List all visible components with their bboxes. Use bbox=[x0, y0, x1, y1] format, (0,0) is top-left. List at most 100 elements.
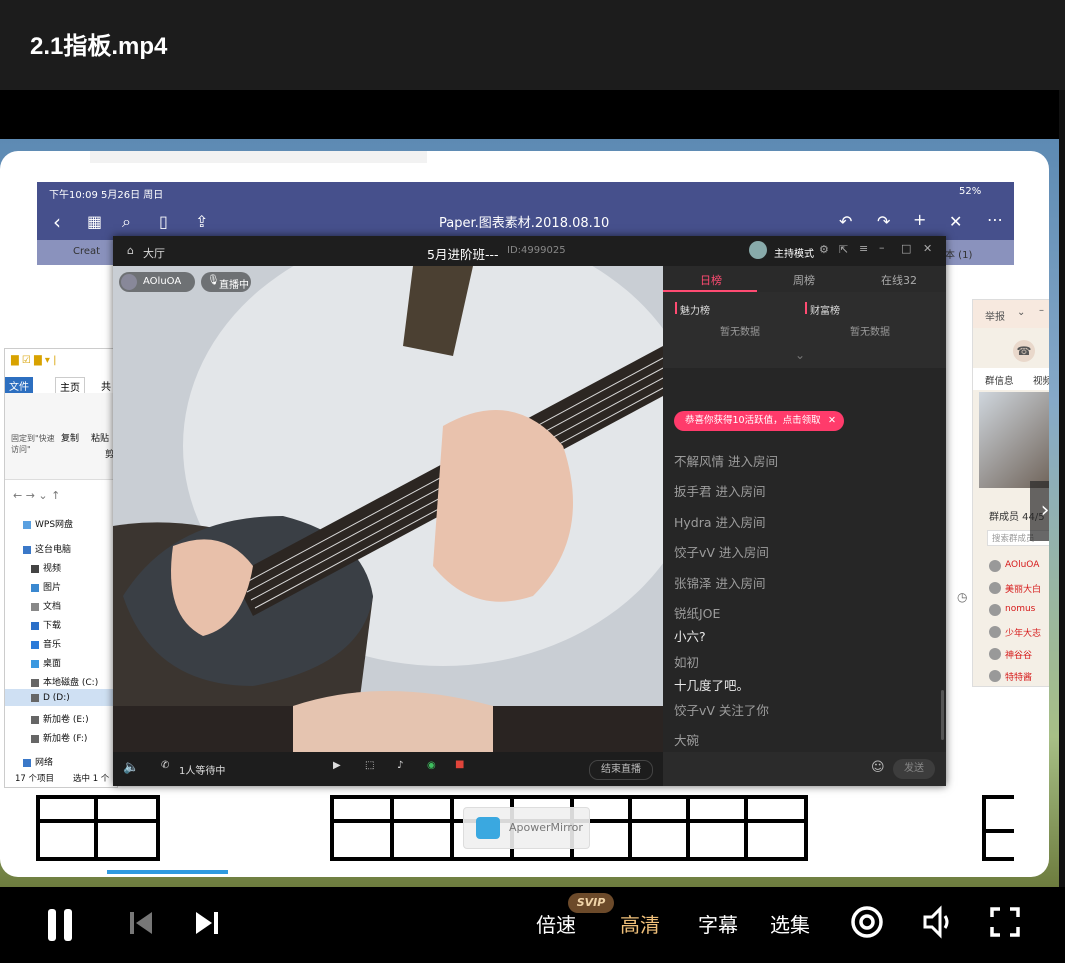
more-icon[interactable]: ⋯ bbox=[987, 210, 1003, 229]
page-scrollbar[interactable] bbox=[1059, 90, 1065, 887]
report-link[interactable]: 举报 bbox=[985, 308, 1005, 323]
nav-item-wps[interactable]: WPS网盘 bbox=[23, 517, 73, 530]
clock-icon[interactable]: ◷ bbox=[957, 590, 967, 604]
ipad-tab-right[interactable]: 本 (1) bbox=[945, 246, 972, 261]
progress-bar[interactable] bbox=[107, 870, 952, 874]
episodes-button[interactable]: 选集 bbox=[770, 909, 810, 938]
volume-icon[interactable]: 🔈 bbox=[123, 760, 139, 775]
screen-share-icon[interactable]: ⬚ bbox=[365, 760, 374, 771]
host-badge: AOluOA bbox=[119, 272, 195, 292]
menu-icon[interactable]: ≡ bbox=[859, 242, 868, 255]
nav-item-desktop[interactable]: 桌面 bbox=[31, 656, 61, 669]
member-name[interactable]: 美丽大白 bbox=[1005, 582, 1041, 595]
member-name[interactable]: 特特酱 bbox=[1005, 670, 1032, 683]
share-icon[interactable]: ⇪ bbox=[195, 212, 208, 231]
copy-button[interactable]: 复制 bbox=[61, 431, 79, 444]
audio-mix-icon[interactable]: ◉ bbox=[427, 760, 436, 771]
status-item-count: 17 个项目 bbox=[15, 774, 55, 784]
ribbon-tab-file[interactable]: 文件 bbox=[5, 377, 33, 394]
redo-icon[interactable]: ↷ bbox=[877, 212, 890, 231]
total-time: 01:18:06 bbox=[966, 864, 1023, 880]
watermark-text: ApowerMirror bbox=[509, 821, 583, 834]
chat-scrollbar[interactable] bbox=[941, 690, 944, 740]
tab-group-info[interactable]: 群信息 bbox=[985, 373, 1014, 387]
chat-message: 饺子vV 进入房间 bbox=[674, 545, 769, 560]
nav-item-music[interactable]: 音乐 bbox=[31, 637, 61, 650]
member-name[interactable]: 神谷谷 bbox=[1005, 648, 1032, 661]
room-title: 5月进阶班--- bbox=[427, 247, 499, 262]
status-selected: 选中 1 个 bbox=[73, 774, 110, 784]
close-icon[interactable]: ✕ bbox=[923, 242, 932, 255]
tab-daily[interactable]: 日榜 bbox=[700, 272, 722, 288]
fullscreen-icon[interactable] bbox=[990, 907, 1020, 937]
tab-weekly[interactable]: 周榜 bbox=[793, 272, 815, 288]
end-live-button[interactable]: 结束直播 bbox=[589, 760, 653, 780]
lobby-link[interactable]: 大厅 bbox=[143, 245, 165, 261]
member-name[interactable]: nomus bbox=[1005, 604, 1035, 614]
progress-fill bbox=[107, 870, 228, 874]
external-link-icon[interactable]: ⇱ bbox=[839, 243, 848, 256]
volume-icon[interactable] bbox=[922, 905, 956, 939]
nav-item-drive-e[interactable]: 新加卷 (E:) bbox=[31, 712, 89, 725]
quality-button[interactable]: 高清 bbox=[620, 909, 660, 938]
bookmark-icon[interactable]: ▯ bbox=[159, 212, 168, 231]
member-name[interactable]: AOluOA bbox=[1005, 560, 1039, 570]
nav-item-drive-f[interactable]: 新加卷 (F:) bbox=[31, 731, 87, 744]
chat-message: Hydra 进入房间 bbox=[674, 515, 766, 530]
tab-online[interactable]: 在线32 bbox=[881, 272, 917, 288]
camera-icon[interactable]: ▶ bbox=[333, 760, 341, 771]
grid-icon[interactable]: ▦ bbox=[87, 212, 102, 231]
phone-icon[interactable]: ✆ bbox=[161, 760, 169, 771]
video-thumbnail[interactable] bbox=[979, 392, 1049, 488]
tools-icon[interactable]: ✕ bbox=[949, 212, 962, 231]
chat-message: 如初 十几度了吧。 bbox=[674, 655, 750, 693]
nav-item-drive-c[interactable]: 本地磁盘 (C:) bbox=[31, 675, 98, 688]
previous-icon[interactable] bbox=[128, 909, 154, 937]
nav-item-this-pc[interactable]: 这台电脑 bbox=[23, 542, 71, 555]
back-chevron-icon[interactable]: ‹ bbox=[53, 210, 61, 234]
nav-item-pictures[interactable]: 图片 bbox=[31, 580, 61, 593]
send-button[interactable]: 发送 bbox=[893, 759, 935, 779]
live-video-feed[interactable]: AOluOA 🎙 直播中 bbox=[113, 266, 663, 752]
pause-icon[interactable] bbox=[46, 907, 74, 943]
paste-button[interactable]: 粘贴 bbox=[91, 431, 109, 444]
chat-message: 扳手君 进入房间 bbox=[674, 484, 766, 499]
settings-gear-icon[interactable]: ⚙ bbox=[819, 243, 829, 256]
close-icon[interactable]: ✕ bbox=[828, 411, 836, 431]
search-icon[interactable]: ⌕ bbox=[122, 212, 131, 232]
nav-item-documents[interactable]: 文档 bbox=[31, 599, 61, 612]
maximize-icon[interactable]: □ bbox=[901, 242, 911, 255]
nav-item-network[interactable]: 网络 bbox=[23, 755, 53, 768]
emoji-icon[interactable]: ☺ bbox=[871, 760, 885, 775]
speed-button[interactable]: 倍速 bbox=[536, 909, 576, 938]
next-icon[interactable] bbox=[194, 909, 220, 937]
minimize-icon[interactable]: – bbox=[879, 241, 885, 254]
expand-chevron-icon[interactable]: ⌄ bbox=[795, 348, 805, 362]
member-name[interactable]: 少年大志 bbox=[1005, 626, 1041, 639]
reward-promo-banner[interactable]: 恭喜你获得10活跃值，点击领取 ✕ bbox=[674, 411, 844, 431]
home-icon[interactable]: ⌂ bbox=[127, 244, 134, 257]
mirrored-tablet-screen: 下午10:09 5月26日 周日 52% ‹ ▦ ⌕ ▯ ⇪ Paper.图表素… bbox=[0, 151, 1049, 877]
chat-input-bar[interactable]: ☺ 发送 bbox=[663, 752, 946, 786]
room-id: ID:4999025 bbox=[507, 245, 566, 256]
nav-item-drive-d[interactable]: D (D:) bbox=[31, 693, 70, 703]
chevron-down-icon[interactable]: ⌄ bbox=[1017, 307, 1025, 318]
gift-icon[interactable]: ■ bbox=[455, 759, 464, 770]
undo-icon[interactable]: ↶ bbox=[839, 212, 852, 231]
ipad-tab-left[interactable]: Creat bbox=[73, 246, 100, 257]
add-icon[interactable]: + bbox=[913, 210, 926, 229]
host-mode-label[interactable]: 主持模式 bbox=[774, 245, 814, 260]
target-icon[interactable] bbox=[850, 905, 884, 939]
nav-item-downloads[interactable]: 下载 bbox=[31, 618, 61, 631]
minimize-icon[interactable]: – bbox=[1039, 305, 1044, 316]
video-frame[interactable]: 下午10:09 5月26日 周日 52% ‹ ▦ ⌕ ▯ ⇪ Paper.图表素… bbox=[0, 139, 1059, 887]
next-arrow-icon[interactable]: › bbox=[1030, 481, 1049, 541]
nav-item-video[interactable]: 视频 bbox=[31, 561, 61, 574]
nav-arrows-icon[interactable]: ← → ⌄ ↑ bbox=[13, 489, 60, 502]
ipad-doc-title[interactable]: Paper.图表素材.2018.08.10 bbox=[439, 212, 609, 231]
phone-icon[interactable]: ☎ bbox=[1013, 340, 1035, 362]
tab-video[interactable]: 视频 bbox=[1033, 373, 1049, 387]
microphone-icon[interactable]: ♪ bbox=[397, 760, 403, 771]
subtitle-button[interactable]: 字幕 bbox=[698, 909, 738, 938]
pin-quick-access-button[interactable]: 固定到"快速访问" bbox=[11, 433, 59, 455]
